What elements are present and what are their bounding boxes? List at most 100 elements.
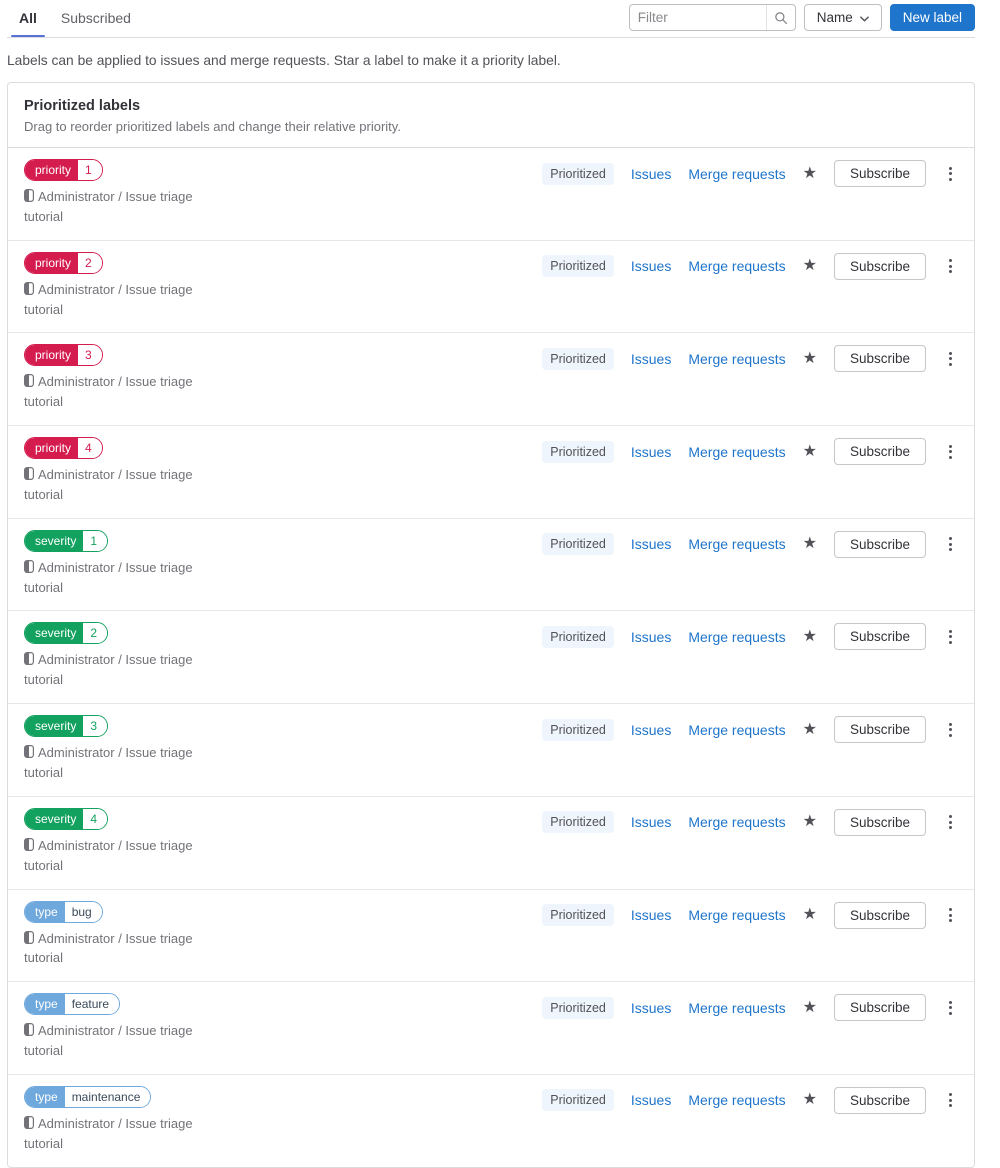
subscribe-button[interactable]: Subscribe (833, 438, 926, 466)
star-icon[interactable]: ★ (803, 350, 817, 367)
row-actions: Prioritized Issues Merge requests ★ Subs… (542, 808, 958, 836)
star-icon[interactable]: ★ (803, 814, 817, 830)
project-path: Administrator / Issue triage tutorial (24, 1022, 202, 1061)
issues-link[interactable]: Issues (631, 722, 671, 738)
kebab-menu-icon[interactable] (943, 811, 958, 833)
kebab-menu-icon[interactable] (943, 441, 958, 463)
kebab-menu-icon[interactable] (943, 997, 958, 1019)
label-row[interactable]: type maintenance Administrator / Issue t… (8, 1073, 974, 1167)
merge-requests-link[interactable]: Merge requests (688, 1092, 785, 1108)
merge-requests-link[interactable]: Merge requests (688, 444, 785, 460)
subscribe-button[interactable]: Subscribe (833, 1086, 926, 1114)
issues-link[interactable]: Issues (631, 1092, 671, 1108)
issues-link[interactable]: Issues (631, 536, 671, 552)
label-value: feature (64, 994, 120, 1015)
filter-input[interactable] (629, 10, 766, 25)
label-scope: type (25, 901, 65, 922)
label-info: severity 4 Administrator / Issue triage … (24, 807, 234, 876)
label-row[interactable]: severity 2 Administrator / Issue triage … (8, 610, 974, 703)
label-list: priority 1 Administrator / Issue triage … (8, 148, 974, 1167)
issues-link[interactable]: Issues (631, 814, 671, 830)
label-row[interactable]: type feature Administrator / Issue triag… (8, 981, 974, 1074)
scoped-label-badge[interactable]: severity 2 (24, 622, 109, 645)
star-icon[interactable]: ★ (803, 721, 817, 738)
scoped-label-badge[interactable]: priority 4 (24, 437, 103, 460)
label-row[interactable]: severity 4 Administrator / Issue triage … (8, 795, 974, 889)
row-actions: Prioritized Issues Merge requests ★ Subs… (542, 623, 958, 651)
scoped-label-badge[interactable]: type maintenance (24, 1085, 152, 1108)
label-row[interactable]: priority 3 Administrator / Issue triage … (8, 332, 974, 425)
project-icon (24, 1023, 35, 1042)
scoped-label-badge[interactable]: priority 3 (24, 344, 103, 367)
scoped-label-badge[interactable]: severity 4 (24, 807, 109, 830)
merge-requests-link[interactable]: Merge requests (688, 536, 785, 552)
row-actions: Prioritized Issues Merge requests ★ Subs… (542, 160, 958, 187)
scoped-label-badge[interactable]: severity 3 (24, 715, 109, 738)
subscribe-button[interactable]: Subscribe (833, 623, 926, 651)
star-icon[interactable]: ★ (803, 999, 817, 1016)
kebab-menu-icon[interactable] (943, 1089, 958, 1111)
scoped-label-badge[interactable]: priority 1 (24, 159, 103, 181)
star-icon[interactable]: ★ (803, 443, 817, 460)
subscribe-button[interactable]: Subscribe (833, 160, 926, 187)
issues-link[interactable]: Issues (631, 907, 671, 923)
project-icon (24, 281, 35, 301)
scoped-label-badge[interactable]: type feature (24, 993, 121, 1016)
kebab-menu-icon[interactable] (943, 348, 958, 370)
star-icon[interactable]: ★ (803, 258, 817, 274)
kebab-menu-icon[interactable] (943, 626, 958, 648)
star-icon[interactable]: ★ (803, 165, 817, 182)
subscribe-button[interactable]: Subscribe (833, 716, 926, 744)
tab-all[interactable]: All (7, 1, 49, 37)
issues-link[interactable]: Issues (631, 351, 671, 367)
merge-requests-link[interactable]: Merge requests (688, 166, 785, 182)
merge-requests-link[interactable]: Merge requests (688, 629, 785, 645)
sort-dropdown[interactable]: Name (803, 4, 882, 31)
tab-subscribed[interactable]: Subscribed (49, 1, 143, 36)
issues-link[interactable]: Issues (631, 166, 671, 182)
star-icon[interactable]: ★ (803, 536, 817, 552)
merge-requests-link[interactable]: Merge requests (688, 351, 785, 367)
label-value: 3 (78, 345, 102, 366)
scoped-label-badge[interactable]: severity 1 (24, 529, 109, 552)
issues-link[interactable]: Issues (631, 258, 671, 274)
issues-link[interactable]: Issues (631, 1000, 671, 1016)
scoped-label-badge[interactable]: priority 2 (24, 251, 103, 274)
project-name: Administrator / Issue triage tutorial (24, 652, 193, 688)
label-row[interactable]: type bug Administrator / Issue triage tu… (8, 888, 974, 982)
kebab-menu-icon[interactable] (943, 255, 958, 277)
merge-requests-link[interactable]: Merge requests (688, 1000, 785, 1016)
merge-requests-link[interactable]: Merge requests (688, 814, 785, 830)
subscribe-button[interactable]: Subscribe (833, 530, 926, 558)
label-row[interactable]: severity 3 Administrator / Issue triage … (8, 703, 974, 796)
project-name: Administrator / Issue triage tutorial (24, 467, 193, 502)
star-icon[interactable]: ★ (803, 628, 817, 645)
project-name: Administrator / Issue triage tutorial (24, 559, 193, 595)
kebab-menu-icon[interactable] (943, 719, 958, 741)
label-row[interactable]: priority 2 Administrator / Issue triage … (8, 239, 974, 333)
issues-link[interactable]: Issues (631, 444, 671, 460)
kebab-menu-icon[interactable] (943, 904, 958, 926)
subscribe-button[interactable]: Subscribe (833, 345, 926, 373)
merge-requests-link[interactable]: Merge requests (688, 258, 785, 274)
subscribe-button[interactable]: Subscribe (833, 994, 926, 1022)
kebab-menu-icon[interactable] (943, 163, 958, 185)
merge-requests-link[interactable]: Merge requests (688, 907, 785, 923)
subscribe-button[interactable]: Subscribe (833, 252, 926, 280)
subscribe-button[interactable]: Subscribe (833, 901, 926, 929)
search-icon[interactable] (765, 5, 795, 30)
issues-link[interactable]: Issues (631, 629, 671, 645)
merge-requests-link[interactable]: Merge requests (688, 722, 785, 738)
label-scope: priority (25, 252, 79, 273)
label-row[interactable]: severity 1 Administrator / Issue triage … (8, 517, 974, 611)
subscribe-button[interactable]: Subscribe (833, 808, 926, 836)
label-scope: priority (25, 160, 79, 180)
scoped-label-badge[interactable]: type bug (24, 900, 103, 923)
star-icon[interactable]: ★ (803, 1092, 817, 1108)
project-path: Administrator / Issue triage tutorial (24, 837, 202, 876)
kebab-menu-icon[interactable] (943, 533, 958, 555)
label-row[interactable]: priority 1 Administrator / Issue triage … (8, 148, 974, 240)
label-row[interactable]: priority 4 Administrator / Issue triage … (8, 425, 974, 518)
star-icon[interactable]: ★ (803, 907, 817, 923)
new-label-button[interactable]: New label (889, 4, 975, 31)
